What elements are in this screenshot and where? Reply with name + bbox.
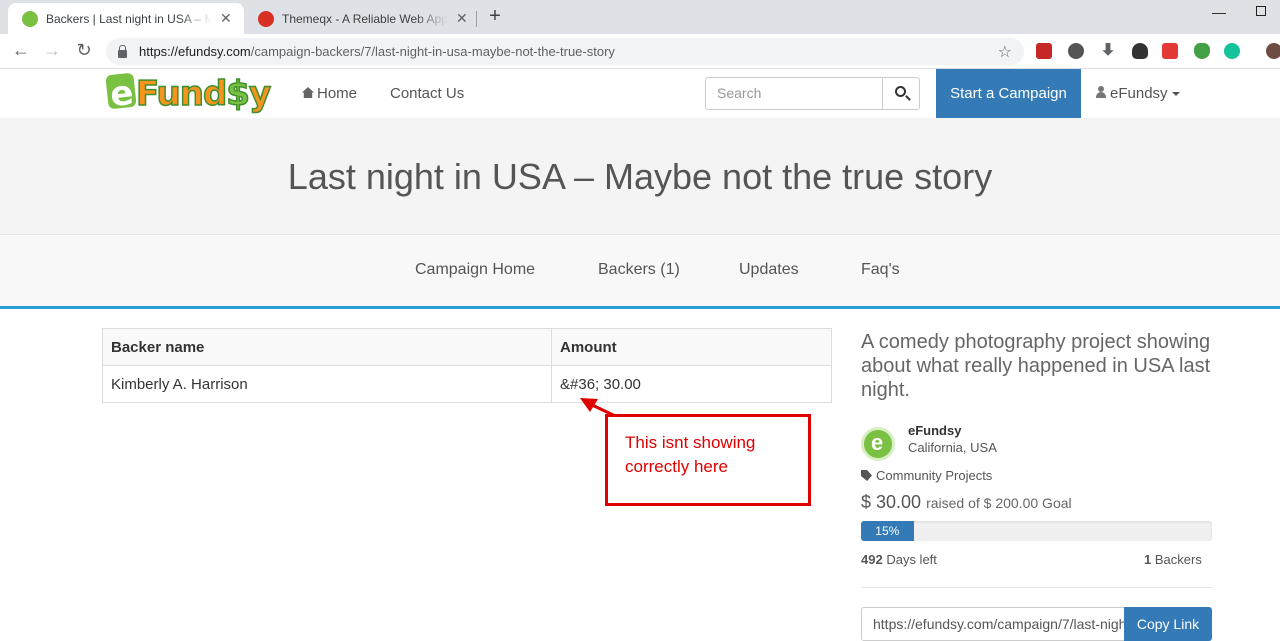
funding-progress-bar: 15%: [861, 521, 1212, 541]
table-row: Kimberly A. Harrison &#36; 30.00: [102, 365, 832, 403]
home-icon: [302, 87, 314, 98]
search-button[interactable]: [882, 77, 920, 110]
nav-contact-link[interactable]: Contact Us: [390, 85, 464, 102]
backers-table: Backer name Amount Kimberly A. Harrison …: [102, 328, 832, 403]
address-toolbar: ← → ↻ https://efundsy.com/campaign-backe…: [0, 34, 1280, 69]
close-tab-icon[interactable]: ✕: [456, 10, 468, 27]
browser-tab-active[interactable]: Backers | Last night in USA – Maybe not …: [8, 3, 244, 34]
camera-extension-icon[interactable]: [1162, 43, 1178, 59]
tab-title: Themeqx - A Reliable Web Application Dev…: [282, 11, 448, 26]
creator-name[interactable]: eFundsy: [908, 423, 961, 438]
efundsy-favicon-icon: [22, 10, 38, 27]
user-name: eFundsy: [1110, 85, 1168, 102]
campaign-short-description: A comedy photography project showing abo…: [861, 331, 1211, 401]
tab-campaign-home[interactable]: Campaign Home: [415, 261, 535, 279]
url-host: https://efundsy.com: [139, 44, 251, 59]
tab-faqs[interactable]: Faq's: [861, 261, 900, 279]
nav-home-link[interactable]: Home: [302, 85, 357, 102]
close-tab-icon[interactable]: ✕: [220, 10, 232, 27]
campaign-tab-bar: Campaign Home Backers (1) Updates Faq's: [0, 235, 1280, 309]
maximize-window-icon[interactable]: [1256, 6, 1266, 16]
copy-link-button[interactable]: Copy Link: [1124, 607, 1212, 641]
bookmark-star-icon[interactable]: ☆: [998, 42, 1012, 62]
backer-name-cell: Kimberly A. Harrison: [102, 365, 552, 403]
backers-number: 1: [1144, 552, 1152, 567]
search-icon: [895, 86, 906, 97]
download-extension-icon[interactable]: [1102, 43, 1114, 56]
globe-extension-icon[interactable]: [1068, 43, 1084, 59]
days-left-number: 492: [861, 552, 883, 567]
url-path: /campaign-backers/7/last-night-in-usa-ma…: [250, 44, 615, 59]
tab-title: Backers | Last night in USA – Maybe not …: [46, 11, 212, 26]
grammarly-extension-icon[interactable]: [1224, 43, 1240, 59]
progress-fill: 15%: [861, 521, 914, 541]
user-menu-dropdown[interactable]: eFundsy: [1096, 85, 1180, 102]
page-title: Last night in USA – Maybe not the true s…: [287, 156, 993, 197]
themeqx-favicon-icon: [258, 10, 274, 27]
column-header-amount: Amount: [551, 328, 832, 366]
campaign-title-band: Last night in USA – Maybe not the true s…: [0, 118, 1280, 235]
tab-separator: [476, 11, 477, 27]
nav-home-label: Home: [317, 85, 358, 102]
caret-down-icon: [1171, 92, 1180, 97]
search-input[interactable]: Search: [705, 77, 883, 110]
back-arrow-icon[interactable]: ←: [10, 40, 32, 61]
browser-tab-inactive[interactable]: Themeqx - A Reliable Web Application Dev…: [244, 3, 476, 34]
days-left: 492 Days left: [861, 552, 937, 567]
profile-avatar-icon[interactable]: [1266, 43, 1280, 59]
backers-label: Backers: [1154, 552, 1202, 567]
share-link-input[interactable]: https://efundsy.com/campaign/7/last-nigh…: [861, 607, 1125, 641]
tab-backers[interactable]: Backers (1): [598, 261, 680, 279]
table-header-row: Backer name Amount: [102, 328, 832, 366]
url-bar[interactable]: https://efundsy.com/campaign-backers/7/l…: [106, 38, 1024, 65]
shield-extension-icon[interactable]: [1194, 43, 1210, 59]
tag-icon: [861, 470, 872, 481]
tab-updates[interactable]: Updates: [739, 261, 799, 279]
sidebar-divider: [861, 587, 1212, 588]
annotation-callout: This isnt showing correctly here: [605, 414, 811, 506]
efundsy-logo[interactable]: eFund$y: [105, 72, 283, 118]
raised-amount: $ 30.00 raised of $ 200.00 Goal: [861, 492, 1072, 513]
site-navbar: eFund$y Home Contact Us Search Start a C…: [0, 69, 1280, 118]
forward-arrow-icon[interactable]: →: [41, 40, 63, 61]
creator-avatar: [861, 427, 895, 461]
ninja-extension-icon[interactable]: [1132, 43, 1148, 59]
user-icon: [1096, 86, 1106, 98]
reload-icon[interactable]: ↻: [73, 40, 95, 61]
minimize-window-icon[interactable]: —: [1212, 4, 1226, 20]
new-tab-icon[interactable]: +: [484, 5, 506, 28]
goal-text: raised of $ 200.00 Goal: [926, 495, 1072, 511]
pdf-extension-icon[interactable]: [1036, 43, 1052, 59]
raised-value: $ 30.00: [861, 492, 922, 512]
days-left-label: Days left: [886, 552, 937, 567]
lock-icon: [118, 44, 127, 58]
campaign-category[interactable]: Community Projects: [861, 468, 992, 483]
browser-tab-strip: Backers | Last night in USA – Maybe not …: [0, 0, 1280, 34]
category-label: Community Projects: [876, 468, 993, 483]
backers-count: 1 Backers: [1144, 552, 1202, 567]
start-campaign-button[interactable]: Start a Campaign: [936, 69, 1081, 118]
creator-location: California, USA: [908, 440, 997, 455]
column-header-backer-name: Backer name: [102, 328, 552, 366]
